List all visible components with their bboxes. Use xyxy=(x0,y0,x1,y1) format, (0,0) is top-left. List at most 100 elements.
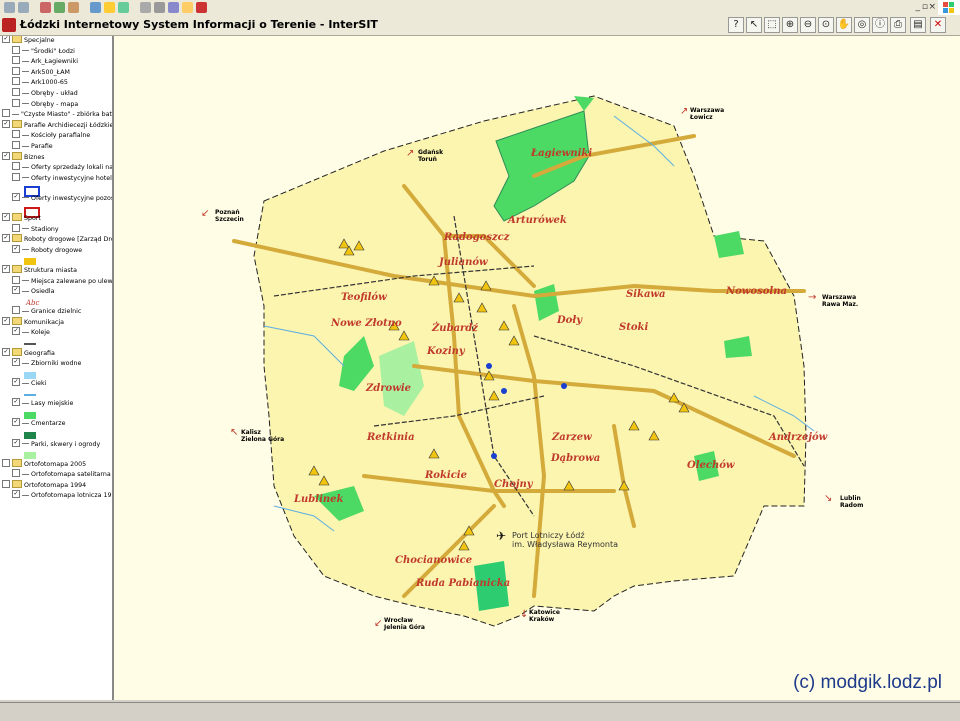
layer-group-row[interactable]: ✓ Geografia xyxy=(2,347,55,359)
layer-group-row[interactable]: ✓ Biznes xyxy=(2,151,45,163)
layer-checkbox[interactable] xyxy=(2,479,10,488)
layer-checkbox[interactable] xyxy=(12,306,20,315)
layer-checkbox[interactable]: ✓ xyxy=(2,119,10,128)
layer-checkbox[interactable]: ✓ xyxy=(2,316,10,325)
layer-checkbox[interactable]: ✓ xyxy=(12,378,20,387)
pointer-tool-button[interactable]: ↖ xyxy=(746,17,762,33)
edit-icon[interactable] xyxy=(168,2,179,13)
home-icon[interactable] xyxy=(68,2,79,13)
layer-checkbox[interactable] xyxy=(2,109,10,118)
layer-row[interactable]: ✓ Osiedla xyxy=(12,286,54,297)
layer-row[interactable]: Parafie xyxy=(12,141,53,152)
layer-group-row[interactable]: ✓ Parafie Archidiecezji Łódzkiej xyxy=(2,119,112,131)
discuss-icon[interactable] xyxy=(182,2,193,13)
layer-checkbox[interactable]: ✓ xyxy=(2,213,10,221)
layer-checkbox[interactable]: ✓ xyxy=(12,286,20,295)
layer-row[interactable]: ✓ Zbiorniki wodne xyxy=(12,358,81,369)
layer-row[interactable]: Ark_Łagiewniki xyxy=(12,56,78,67)
window-minimize-button[interactable]: _ xyxy=(916,2,921,12)
layer-checkbox[interactable]: ✓ xyxy=(12,358,20,367)
layer-row[interactable]: "Środki" Łodzi xyxy=(12,45,75,57)
layer-checkbox[interactable] xyxy=(12,77,20,86)
search-icon[interactable] xyxy=(90,2,101,13)
window-close-button[interactable]: × xyxy=(928,2,936,12)
layer-checkbox[interactable]: ✓ xyxy=(12,418,20,427)
zoom-in-button[interactable]: ⊕ xyxy=(782,17,798,33)
layer-checkbox[interactable]: ✓ xyxy=(12,192,20,201)
back-icon[interactable] xyxy=(4,2,15,13)
layer-checkbox[interactable] xyxy=(12,130,20,139)
layer-group-row[interactable]: Ortofotomapa 2005 xyxy=(2,458,86,470)
layer-checkbox[interactable] xyxy=(2,458,10,467)
history-icon[interactable] xyxy=(118,2,129,13)
layer-row[interactable]: Oferty inwestycyjne hotelo xyxy=(12,172,112,184)
layer-row[interactable]: Ark500_ŁAM xyxy=(12,66,70,78)
layer-checkbox[interactable]: ✓ xyxy=(12,244,20,253)
map-view[interactable]: Łagiewniki Arturówek Radogoszcz Julianów… xyxy=(114,36,960,700)
layer-row[interactable]: Ortofotomapa satelitarna 2 xyxy=(12,469,112,480)
layer-group-row[interactable]: ✓ Roboty drogowe [Zarząd Dróg xyxy=(2,234,112,245)
layer-row[interactable]: "Czyste Miasto" - zbiórka bate xyxy=(2,109,112,120)
layer-checkbox[interactable]: ✓ xyxy=(12,490,20,499)
layer-checkbox[interactable]: ✓ xyxy=(2,347,10,356)
layer-checkbox[interactable] xyxy=(12,162,20,171)
zoom-window-button[interactable]: ⊙ xyxy=(818,17,834,33)
mail-icon[interactable] xyxy=(140,2,151,13)
layer-checkbox[interactable]: ✓ xyxy=(2,36,10,43)
select-tool-button[interactable]: ⬚ xyxy=(764,17,780,33)
layer-checkbox[interactable]: ✓ xyxy=(2,264,10,273)
layer-checkbox[interactable]: ✓ xyxy=(2,234,10,243)
layer-row[interactable]: Miejsca zalewane po ulew xyxy=(12,275,112,287)
layer-checkbox[interactable] xyxy=(12,98,20,107)
layer-checkbox[interactable] xyxy=(12,275,20,284)
layer-checkbox[interactable]: ✓ xyxy=(12,398,20,407)
forward-icon[interactable] xyxy=(18,2,29,13)
close-app-button[interactable]: ✕ xyxy=(930,17,946,33)
layer-checkbox[interactable] xyxy=(12,469,20,478)
refresh-icon[interactable] xyxy=(54,2,65,13)
layer-row[interactable]: ✓ Roboty drogowe xyxy=(12,244,82,256)
full-extent-button[interactable]: ◎ xyxy=(854,17,870,33)
layer-checkbox[interactable]: ✓ xyxy=(2,151,10,160)
print-icon[interactable] xyxy=(154,2,165,13)
layer-group-row[interactable]: ✓ Komunikacja xyxy=(2,316,64,328)
help-button[interactable]: ? xyxy=(728,17,744,33)
print-map-button[interactable]: ⎙ xyxy=(890,17,906,33)
layer-checkbox[interactable] xyxy=(12,88,20,96)
layer-row[interactable]: ✓ Oferty inwestycyjne pozos xyxy=(12,192,112,204)
layer-checkbox[interactable]: ✓ xyxy=(12,438,20,447)
layer-row[interactable]: ✓ Koleje xyxy=(12,327,50,338)
layer-checkbox[interactable] xyxy=(12,223,20,232)
layer-group-row[interactable]: ✓ Specjalne xyxy=(2,36,55,46)
layer-checkbox[interactable]: ✓ xyxy=(12,327,20,336)
layer-row[interactable]: Kościoły parafialne xyxy=(12,130,90,141)
pan-button[interactable]: ✋ xyxy=(836,17,852,33)
window-restore-button[interactable]: ▫ xyxy=(922,2,928,12)
layer-row[interactable]: ✓ Lasy miejskie xyxy=(12,398,73,409)
identify-button[interactable]: ⓘ xyxy=(872,17,888,33)
layer-row[interactable]: Stadiony xyxy=(12,223,59,235)
layer-row[interactable]: Granice dzielnic xyxy=(12,306,81,317)
layer-checkbox[interactable] xyxy=(12,66,20,75)
legend-button[interactable]: ▤ xyxy=(910,17,926,33)
layer-row[interactable]: ✓ Ortofotomapa lotnicza 199 xyxy=(12,490,112,501)
stop-icon[interactable] xyxy=(40,2,51,13)
layer-row[interactable]: Ark1000-65 xyxy=(12,77,68,88)
messenger-icon[interactable] xyxy=(196,2,207,13)
zoom-out-button[interactable]: ⊖ xyxy=(800,17,816,33)
layer-checkbox[interactable] xyxy=(12,45,20,54)
layer-group-row[interactable]: Ortofotomapa 1994 xyxy=(2,479,86,491)
layer-group-row[interactable]: ✓ Struktura miasta xyxy=(2,264,77,276)
layer-row[interactable]: Oferty sprzedaży lokali na xyxy=(12,162,112,173)
layer-row[interactable]: Obręby - układ xyxy=(12,88,78,99)
layer-checkbox[interactable] xyxy=(12,56,20,65)
layer-checkbox[interactable] xyxy=(12,172,20,181)
favorites-icon[interactable] xyxy=(104,2,115,13)
layer-checkbox[interactable] xyxy=(12,141,20,149)
layer-row[interactable]: Obręby - mapa xyxy=(12,98,78,110)
legend-swatch-icon xyxy=(24,371,36,379)
layer-row[interactable]: ✓ Cieki xyxy=(12,378,46,389)
layer-group-row[interactable]: ✓ Sport xyxy=(2,213,41,224)
layer-row[interactable]: ✓ Cmentarze xyxy=(12,418,66,429)
layer-row[interactable]: ✓ Parki, skwery i ogrody xyxy=(12,438,100,450)
